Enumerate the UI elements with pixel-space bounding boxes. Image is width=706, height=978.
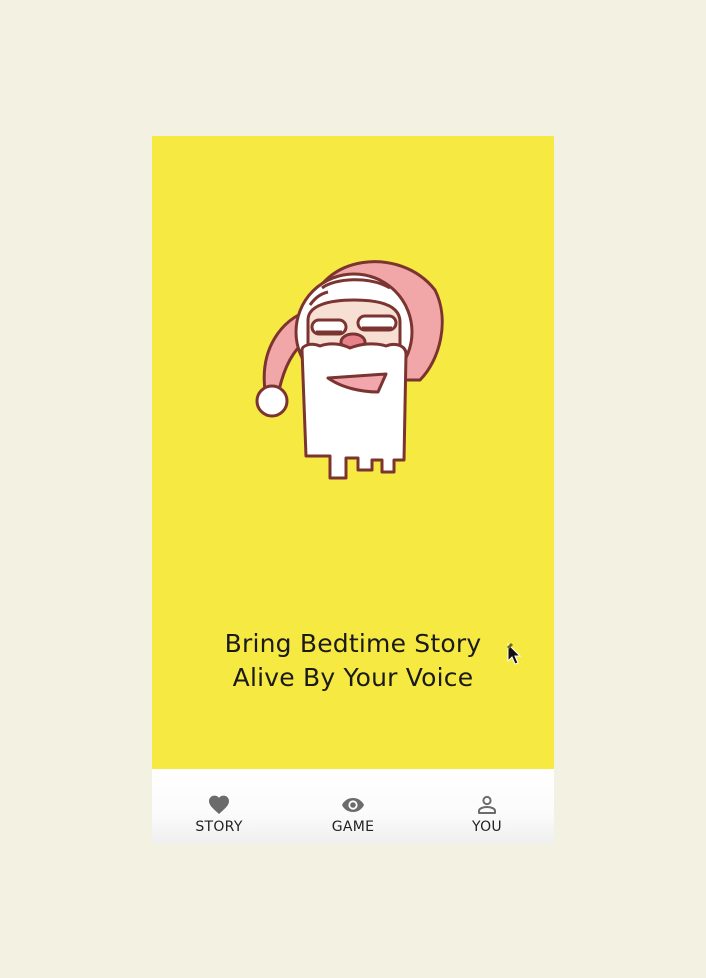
santa-illustration bbox=[255, 260, 444, 480]
eye-icon bbox=[342, 798, 364, 812]
mouse-cursor-icon bbox=[507, 642, 522, 665]
tab-you-label: YOU bbox=[472, 819, 502, 835]
tab-game-label: GAME bbox=[331, 819, 375, 835]
person-icon bbox=[478, 795, 496, 814]
hero-panel: Bring Bedtime Story Alive By Your Voice bbox=[152, 136, 554, 769]
tab-story[interactable]: STORY bbox=[152, 769, 286, 844]
app-screen: Bring Bedtime Story Alive By Your Voice … bbox=[152, 136, 554, 844]
heart-icon bbox=[209, 795, 229, 814]
tagline-line-1: Bring Bedtime Story bbox=[224, 629, 482, 658]
tagline: Bring Bedtime Story Alive By Your Voice bbox=[152, 627, 554, 695]
tab-game[interactable]: GAME bbox=[286, 769, 420, 844]
tab-you[interactable]: YOU bbox=[420, 769, 554, 844]
bottom-tab-bar: STORY GAME YOU bbox=[152, 769, 554, 844]
tab-story-label: STORY bbox=[195, 819, 243, 835]
tagline-line-2: Alive By Your Voice bbox=[232, 663, 474, 692]
